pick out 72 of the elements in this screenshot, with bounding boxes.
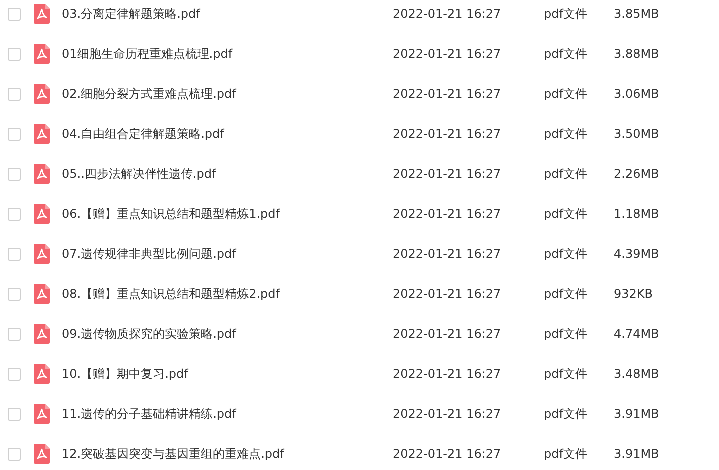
- pdf-file-icon: [34, 44, 50, 64]
- pdf-file-icon: [34, 364, 50, 384]
- file-size: 932KB: [614, 287, 654, 301]
- file-size: 3.91MB: [614, 447, 660, 461]
- checkbox[interactable]: [8, 408, 21, 420]
- modified-date: 2022-01-21 16:27: [393, 447, 502, 461]
- checkbox[interactable]: [8, 368, 21, 380]
- file-type: pdf文件: [544, 47, 588, 61]
- pdf-file-icon: [34, 124, 50, 144]
- file-type: pdf文件: [544, 247, 588, 261]
- file-name[interactable]: 11.遗传的分子基础精讲精练.pdf: [62, 407, 236, 421]
- modified-date: 2022-01-21 16:27: [393, 47, 502, 61]
- modified-date: 2022-01-21 16:27: [393, 407, 502, 421]
- file-type: pdf文件: [544, 167, 588, 181]
- modified-date: 2022-01-21 16:27: [393, 167, 502, 181]
- pdf-file-icon: [34, 284, 50, 304]
- modified-date: 2022-01-21 16:27: [393, 87, 502, 101]
- pdf-file-icon: [34, 444, 50, 464]
- checkbox[interactable]: [8, 168, 21, 180]
- file-name[interactable]: 08.【赠】重点知识总结和题型精炼2.pdf: [62, 287, 280, 301]
- modified-date: 2022-01-21 16:27: [393, 367, 502, 381]
- file-name[interactable]: 06.【赠】重点知识总结和题型精炼1.pdf: [62, 207, 280, 221]
- file-type: pdf文件: [544, 207, 588, 221]
- file-size: 3.50MB: [614, 127, 660, 141]
- checkbox[interactable]: [8, 8, 21, 20]
- pdf-file-icon: [34, 84, 50, 104]
- file-type: pdf文件: [544, 407, 588, 421]
- file-name[interactable]: 09.遗传物质探究的实验策略.pdf: [62, 327, 236, 341]
- checkbox[interactable]: [8, 88, 21, 100]
- pdf-file-icon: [34, 164, 50, 184]
- checkbox[interactable]: [8, 248, 21, 260]
- file-size: 1.18MB: [614, 207, 660, 221]
- file-name[interactable]: 03.分离定律解题策略.pdf: [62, 7, 200, 21]
- file-type: pdf文件: [544, 127, 588, 141]
- modified-date: 2022-01-21 16:27: [393, 327, 502, 341]
- modified-date: 2022-01-21 16:27: [393, 127, 502, 141]
- file-type: pdf文件: [544, 447, 588, 461]
- file-size: 3.91MB: [614, 407, 660, 421]
- modified-date: 2022-01-21 16:27: [393, 7, 502, 21]
- checkbox[interactable]: [8, 288, 21, 300]
- file-type: pdf文件: [544, 7, 588, 21]
- file-name[interactable]: 10.【赠】期中复习.pdf: [62, 367, 188, 381]
- file-name[interactable]: 01细胞生命历程重难点梳理.pdf: [62, 47, 233, 61]
- checkbox[interactable]: [8, 128, 21, 140]
- file-name[interactable]: 05..四步法解决伴性遗传.pdf: [62, 167, 216, 181]
- file-name[interactable]: 02.细胞分裂方式重难点梳理.pdf: [62, 87, 236, 101]
- file-type: pdf文件: [544, 287, 588, 301]
- file-size: 3.06MB: [614, 87, 660, 101]
- file-size: 3.48MB: [614, 367, 660, 381]
- file-type: pdf文件: [544, 327, 588, 341]
- checkbox[interactable]: [8, 328, 21, 340]
- checkbox[interactable]: [8, 448, 21, 460]
- file-name[interactable]: 12.突破基因突变与基因重组的重难点.pdf: [62, 447, 284, 461]
- modified-date: 2022-01-21 16:27: [393, 207, 502, 221]
- modified-date: 2022-01-21 16:27: [393, 247, 502, 261]
- pdf-file-icon: [34, 204, 50, 224]
- file-size: 3.88MB: [614, 47, 660, 61]
- file-size: 4.39MB: [614, 247, 660, 261]
- file-type: pdf文件: [544, 87, 588, 101]
- file-name[interactable]: 07.遗传规律非典型比例问题.pdf: [62, 247, 236, 261]
- pdf-file-icon: [34, 4, 50, 24]
- modified-date: 2022-01-21 16:27: [393, 287, 502, 301]
- pdf-file-icon: [34, 244, 50, 264]
- checkbox[interactable]: [8, 208, 21, 220]
- file-size: 3.85MB: [614, 7, 660, 21]
- file-name[interactable]: 04.自由组合定律解题策略.pdf: [62, 127, 224, 141]
- file-size: 4.74MB: [614, 327, 660, 341]
- pdf-file-icon: [34, 404, 50, 424]
- file-type: pdf文件: [544, 367, 588, 381]
- file-size: 2.26MB: [614, 167, 660, 181]
- checkbox[interactable]: [8, 48, 21, 60]
- pdf-file-icon: [34, 324, 50, 344]
